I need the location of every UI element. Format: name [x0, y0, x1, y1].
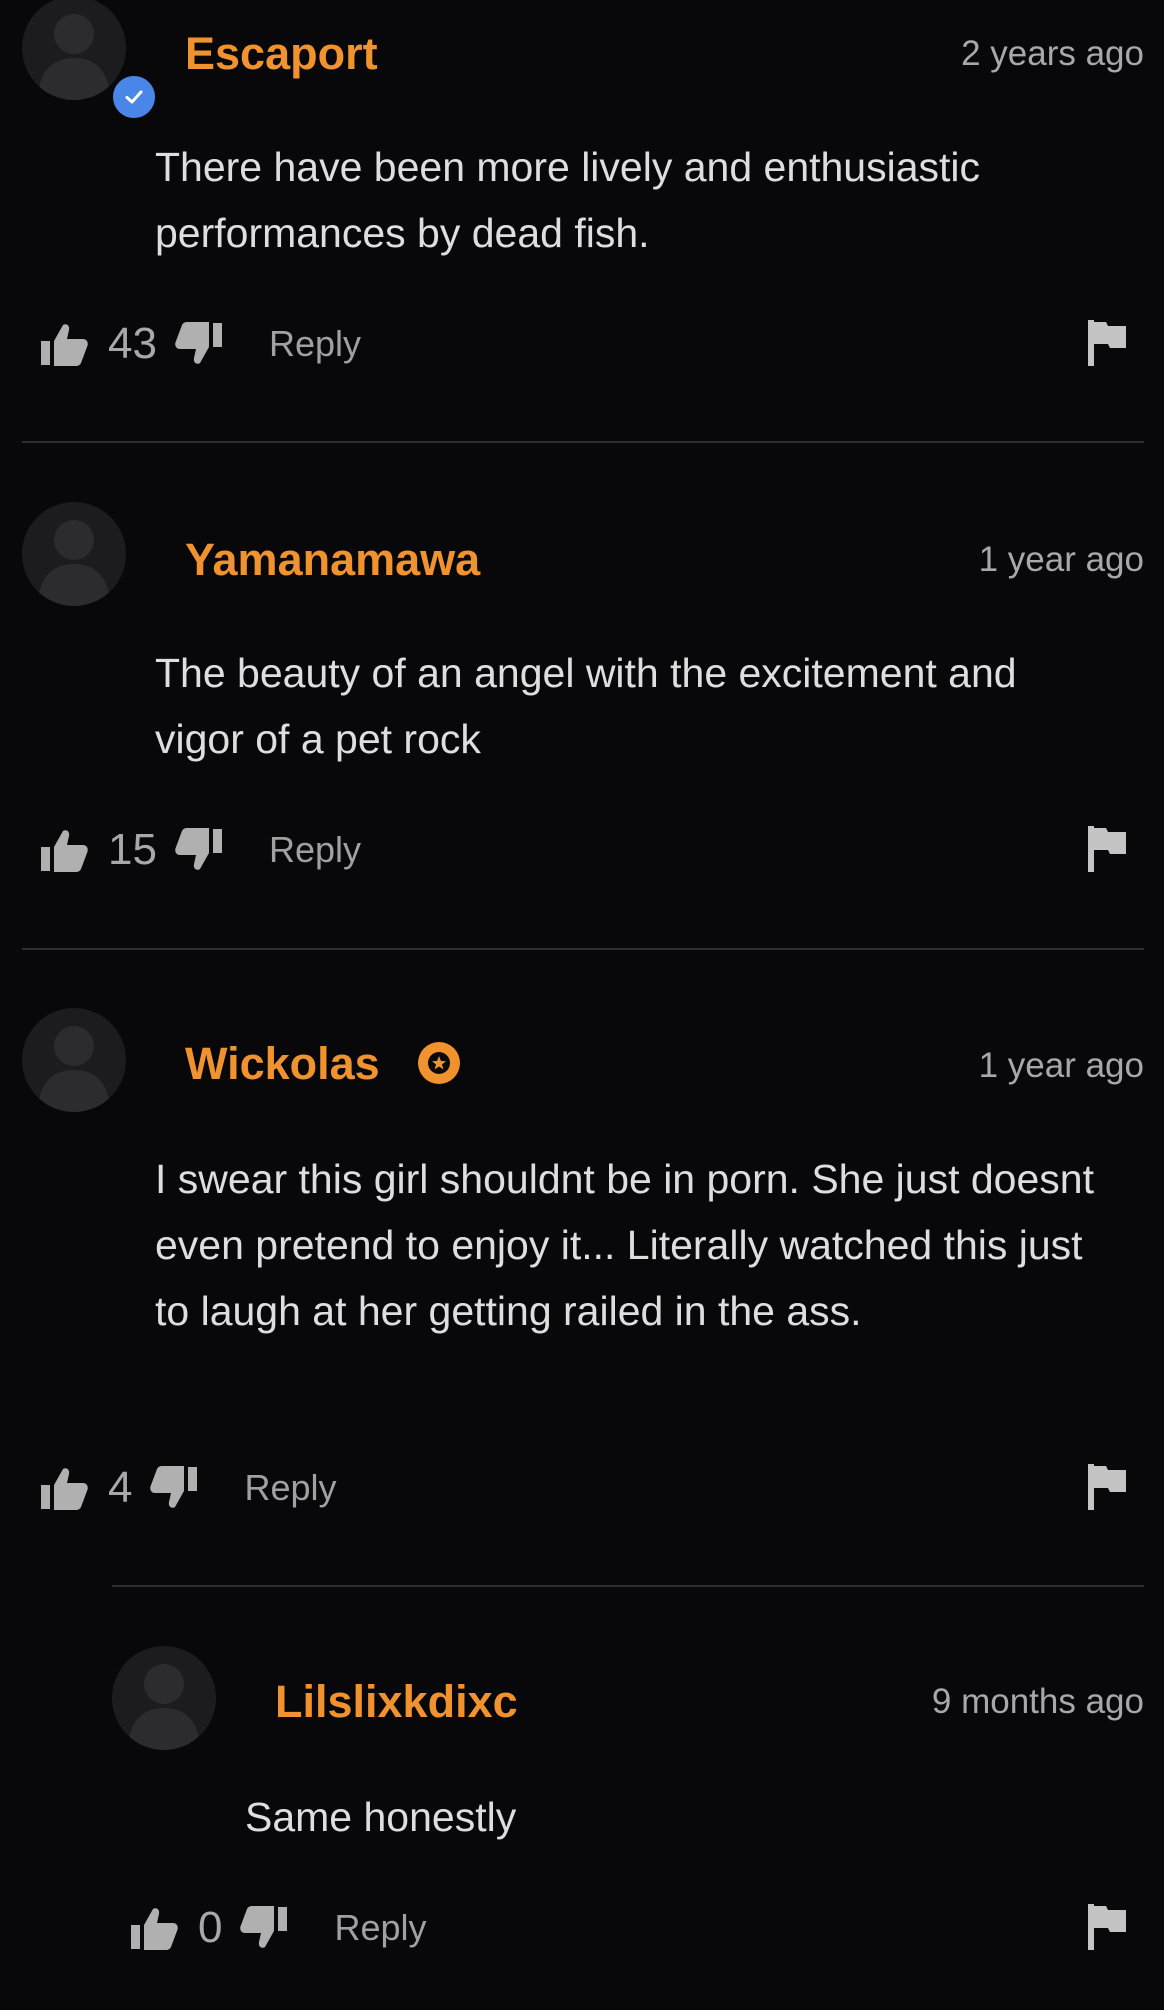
comments-page: Escaport 2 years ago There have been mor… [0, 0, 1164, 2010]
reply-button[interactable]: Reply [334, 1907, 426, 1949]
timestamp: 9 months ago [931, 1682, 1144, 1721]
flag-icon[interactable] [1084, 1900, 1130, 1952]
comment-actions: 0 Reply [128, 1898, 427, 1958]
comment-text: Same honestly [245, 1794, 517, 1840]
username[interactable]: Lilslixkdixc [275, 1676, 518, 1728]
avatar[interactable] [112, 1646, 216, 1750]
thumbs-up-icon[interactable] [128, 1902, 180, 1954]
thumbs-down-icon[interactable] [238, 1902, 290, 1954]
vote-count: 0 [198, 1903, 223, 1952]
user-silhouette-icon [128, 1664, 200, 1750]
reply-comment: Lilslixkdixc 9 months ago Same honestly … [0, 0, 1164, 2010]
